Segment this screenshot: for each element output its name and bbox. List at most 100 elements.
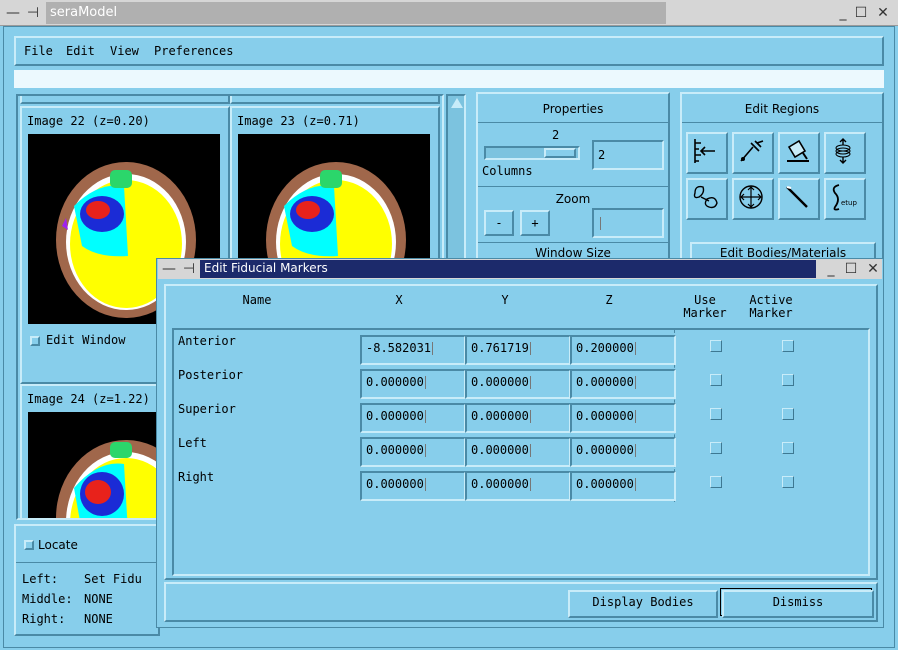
posterior-x-field[interactable]: 0.000000 — [360, 369, 466, 399]
field-value: 0.000000 — [471, 443, 529, 457]
zoom-in-button[interactable]: + — [520, 210, 550, 236]
locate-checkbox[interactable] — [24, 540, 34, 550]
right-active-marker-checkbox[interactable] — [782, 476, 794, 488]
left-button-value: Set Fidu — [84, 572, 142, 586]
image-label: Image 23 (z=0.71) — [237, 114, 360, 128]
anterior-x-field[interactable]: -8.582031 — [360, 335, 466, 365]
columns-field[interactable]: 2 — [592, 140, 664, 170]
divider — [478, 122, 668, 123]
right-z-field[interactable]: 0.000000 — [570, 471, 676, 501]
superior-active-marker-checkbox[interactable] — [782, 408, 794, 420]
field-value: 0.761719 — [471, 341, 529, 355]
left-button-label: Left: — [22, 572, 59, 586]
close-icon[interactable]: ✕ — [874, 4, 892, 22]
dialog-minimize-icon[interactable]: _ — [822, 260, 840, 278]
left-y-field[interactable]: 0.000000 — [465, 437, 571, 467]
fiducial-rows-panel: Anterior -8.582031 0.761719 0.200000 Pos… — [172, 328, 870, 576]
header-y: Y — [501, 293, 509, 307]
fill-tool-icon[interactable] — [778, 132, 820, 174]
edit-window-label: Edit Window — [46, 333, 126, 347]
edit-window-checkbox[interactable] — [30, 336, 40, 346]
left-use-marker-checkbox[interactable] — [710, 442, 722, 454]
dialog-pin-icon[interactable]: ⊣ — [180, 260, 198, 278]
right-use-marker-checkbox[interactable] — [710, 476, 722, 488]
left-x-field[interactable]: 0.000000 — [360, 437, 466, 467]
superior-x-field[interactable]: 0.000000 — [360, 403, 466, 433]
field-value: 0.200000 — [576, 341, 634, 355]
columns-slider[interactable] — [484, 146, 580, 160]
locate-label: Locate — [38, 538, 78, 552]
display-bodies-button[interactable]: Display Bodies — [568, 590, 718, 618]
edit-regions-panel: Edit Regions etup Edit Bodies/Materials — [680, 92, 884, 264]
left-z-field[interactable]: 0.000000 — [570, 437, 676, 467]
table-header: Name X Y Z Use Marker Active Marker — [164, 286, 876, 324]
anterior-y-field[interactable]: 0.761719 — [465, 335, 571, 365]
menu-file[interactable]: File — [24, 44, 53, 58]
setup-text: etup — [841, 199, 857, 207]
locate-panel: Locate Left: Set Fidu Middle: NONE Right… — [14, 524, 160, 636]
image-label: Image 24 (z=1.22) — [27, 392, 150, 406]
divider — [16, 562, 158, 563]
right-x-field[interactable]: 0.000000 — [360, 471, 466, 501]
main-title-area[interactable]: seraModel — [46, 2, 666, 24]
field-value: 0.000000 — [366, 443, 424, 457]
paintbrush-tool-icon[interactable] — [732, 132, 774, 174]
superior-z-field[interactable]: 0.000000 — [570, 403, 676, 433]
zoom-field[interactable] — [592, 208, 664, 238]
divider — [478, 242, 668, 243]
dialog-title-area[interactable]: Edit Fiducial Markers — [200, 260, 816, 278]
field-value: -8.582031 — [366, 341, 432, 355]
columns-field-value: 2 — [598, 148, 606, 162]
field-value: 0.000000 — [471, 409, 529, 423]
columns-value: 2 — [552, 128, 560, 142]
middle-button-value: NONE — [84, 592, 113, 606]
menu-view[interactable]: View — [110, 44, 139, 58]
field-value: 0.000000 — [366, 409, 424, 423]
wand-tool-icon[interactable] — [778, 178, 820, 220]
menu-preferences[interactable]: Preferences — [154, 44, 233, 58]
superior-use-marker-checkbox[interactable] — [710, 408, 722, 420]
menu-edit[interactable]: Edit — [66, 44, 95, 58]
pin-icon[interactable]: ⊣ — [24, 4, 42, 22]
posterior-use-marker-checkbox[interactable] — [710, 374, 722, 386]
status-bar — [14, 70, 884, 88]
maximize-icon[interactable]: ☐ — [852, 4, 870, 22]
posterior-y-field[interactable]: 0.000000 — [465, 369, 571, 399]
anterior-use-marker-checkbox[interactable] — [710, 340, 722, 352]
row-name-right: Right — [178, 470, 215, 484]
target-tool-icon[interactable] — [732, 178, 774, 220]
posterior-active-marker-checkbox[interactable] — [782, 374, 794, 386]
dialog-close-icon[interactable]: ✕ — [864, 260, 882, 278]
columns-slider-thumb[interactable] — [544, 148, 576, 158]
setup-tool-icon[interactable]: etup — [824, 178, 866, 220]
anterior-active-marker-checkbox[interactable] — [782, 340, 794, 352]
minimize-icon[interactable]: _ — [834, 4, 852, 22]
image-panel-stub — [20, 96, 230, 104]
dismiss-button[interactable]: Dismiss — [722, 590, 874, 618]
grow-region-tool-icon[interactable] — [686, 178, 728, 220]
divider — [682, 122, 882, 123]
stack-tool-icon[interactable] — [824, 132, 866, 174]
image-panel-stub — [230, 96, 440, 104]
header-z: Z — [605, 293, 613, 307]
dialog-maximize-icon[interactable]: ☐ — [842, 260, 860, 278]
header-active-marker-line2: Marker — [749, 306, 793, 320]
left-active-marker-checkbox[interactable] — [782, 442, 794, 454]
right-y-field[interactable]: 0.000000 — [465, 471, 571, 501]
row-name-posterior: Posterior — [178, 368, 244, 382]
field-value: 0.000000 — [576, 375, 634, 389]
scroll-up-arrow-icon[interactable] — [451, 98, 463, 108]
field-value: 0.000000 — [576, 443, 634, 457]
field-value: 0.000000 — [576, 477, 634, 491]
superior-y-field[interactable]: 0.000000 — [465, 403, 571, 433]
divider — [478, 186, 668, 187]
anterior-z-field[interactable]: 0.200000 — [570, 335, 676, 365]
menu-bar: File Edit View Preferences — [14, 36, 884, 66]
dialog-window-menu-icon[interactable]: — — [160, 260, 178, 278]
main-window-title: seraModel — [50, 5, 118, 20]
zoom-out-button[interactable]: - — [484, 210, 514, 236]
ruler-tool-icon[interactable] — [686, 132, 728, 174]
edit-regions-title: Edit Regions — [744, 102, 820, 116]
posterior-z-field[interactable]: 0.000000 — [570, 369, 676, 399]
window-menu-icon[interactable]: — — [4, 4, 22, 22]
